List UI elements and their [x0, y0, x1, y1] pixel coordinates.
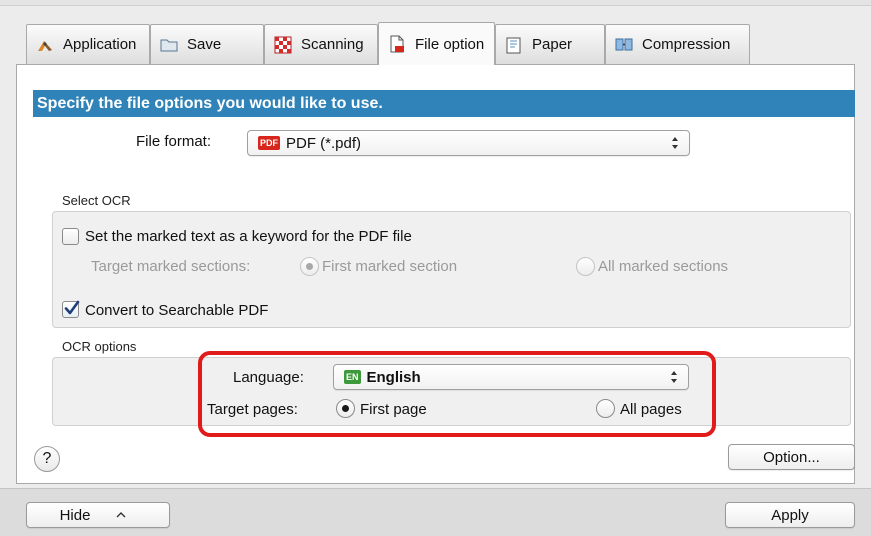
tab-application[interactable]: Application	[26, 24, 150, 64]
help-button[interactable]: ?	[34, 446, 60, 472]
option-button[interactable]: Option...	[728, 444, 855, 470]
tab-application-label: Application	[63, 36, 137, 53]
language-select[interactable]: EN English	[333, 364, 689, 390]
keyword-checkbox-label: Set the marked text as a keyword for the…	[85, 228, 412, 245]
apply-button[interactable]: Apply	[725, 502, 855, 528]
tab-scanning-label: Scanning	[301, 36, 364, 53]
tab-paper[interactable]: Paper	[495, 24, 605, 64]
en-badge-icon: EN	[344, 370, 361, 384]
checkmark-icon	[64, 300, 80, 315]
language-label: Language:	[233, 369, 304, 386]
first-marked-section-radio[interactable]	[300, 257, 319, 276]
select-ocr-title: Select OCR	[62, 193, 131, 208]
help-icon: ?	[42, 450, 52, 467]
instruction-banner: Specify the file options you would like …	[33, 90, 855, 117]
first-page-radio[interactable]	[336, 399, 355, 418]
tab-scanning[interactable]: Scanning	[264, 24, 378, 64]
window-top-edge	[0, 0, 871, 6]
ocr-options-title: OCR options	[62, 339, 137, 354]
all-pages-radio[interactable]	[596, 399, 615, 418]
keyword-checkbox[interactable]	[62, 228, 79, 245]
updown-arrows-icon	[672, 137, 678, 149]
tab-paper-label: Paper	[532, 36, 573, 53]
file-format-value: PDF (*.pdf)	[286, 134, 362, 152]
tab-file-option[interactable]: File option	[378, 22, 495, 65]
hide-button[interactable]: Hide	[26, 502, 170, 528]
file-format-label: File format:	[136, 133, 212, 150]
scan-settings-window: Application Save Scanning File option Pa…	[0, 0, 871, 536]
first-marked-section-label: First marked section	[322, 258, 458, 275]
language-value: English	[366, 368, 421, 386]
tab-save-label: Save	[187, 36, 222, 53]
all-pages-label: All pages	[620, 401, 682, 418]
target-marked-sections-label: Target marked sections:	[91, 258, 251, 275]
compression-icon	[615, 38, 633, 50]
tab-compression[interactable]: Compression	[605, 24, 750, 64]
tab-save[interactable]: Save	[150, 24, 264, 64]
tab-file-option-label: File option	[415, 35, 485, 53]
file-option-icon	[390, 35, 404, 53]
hide-button-label: Hide	[59, 506, 91, 524]
file-format-select[interactable]: PDF PDF (*.pdf)	[247, 130, 690, 156]
chevron-up-icon	[116, 512, 126, 518]
apply-button-label: Apply	[771, 506, 809, 524]
first-page-label: First page	[360, 401, 427, 418]
application-icon	[38, 40, 52, 51]
target-pages-label: Target pages:	[207, 401, 298, 418]
searchable-pdf-label: Convert to Searchable PDF	[85, 302, 269, 319]
folder-icon	[160, 39, 178, 51]
all-marked-sections-radio[interactable]	[576, 257, 595, 276]
updown-arrows-icon	[671, 371, 677, 383]
tab-compression-label: Compression	[642, 36, 731, 53]
option-button-label: Option...	[763, 448, 820, 466]
pdf-badge-icon: PDF	[258, 136, 280, 150]
paper-icon	[506, 37, 521, 53]
searchable-pdf-checkbox[interactable]	[62, 300, 80, 318]
scanning-icon	[274, 36, 292, 53]
all-marked-sections-label: All marked sections	[598, 258, 729, 275]
